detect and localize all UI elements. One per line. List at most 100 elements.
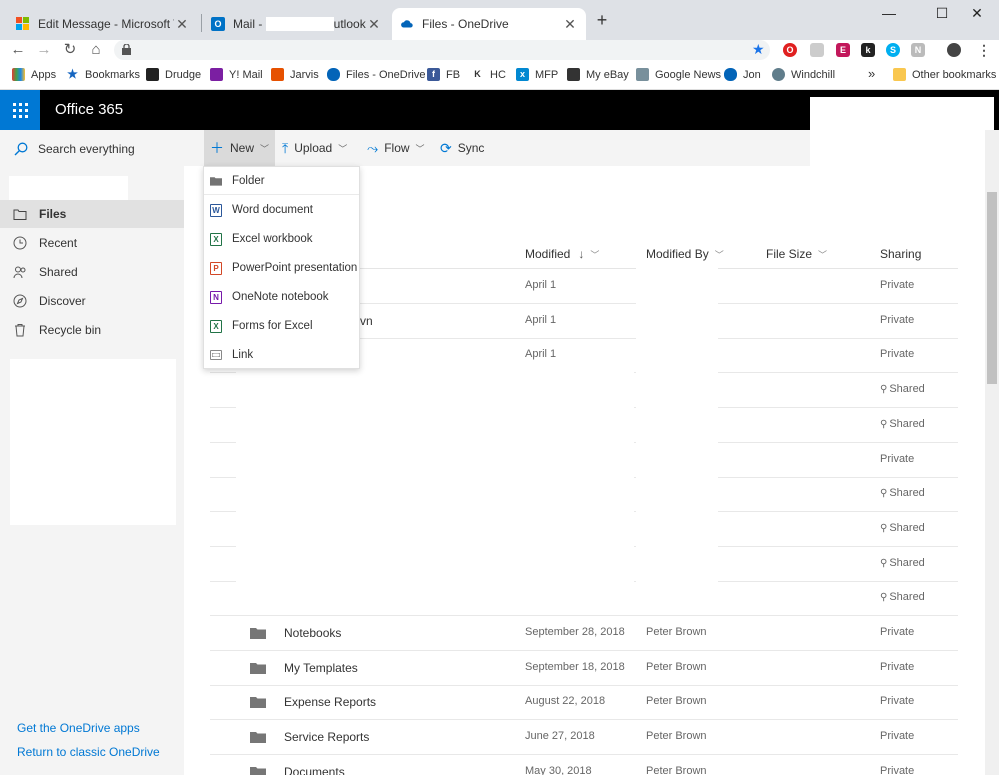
app-launcher-icon[interactable] <box>0 90 40 130</box>
close-tab-icon[interactable]: ✕ <box>174 16 190 33</box>
new-menu-item-excel-workbook[interactable]: X Excel workbook <box>204 225 359 253</box>
forms-icon: X <box>210 319 222 333</box>
flow-icon: ⤳ <box>367 139 379 156</box>
sharing-status: Private <box>880 348 915 361</box>
folder-row[interactable]: Service Reports June 27, 2018 Peter Brown P… <box>210 720 958 756</box>
file-name[interactable]: Notebooks <box>284 626 341 640</box>
new-button[interactable]: ＋ New ﹀ <box>204 130 275 166</box>
reload-button[interactable]: ↻ <box>59 40 81 62</box>
modified-date: April 1 <box>525 313 557 326</box>
search-box[interactable]: Search everything <box>14 142 135 156</box>
suite-title[interactable]: Office 365 <box>55 101 123 118</box>
new-menu-item-word-document[interactable]: W Word document <box>204 196 359 224</box>
new-menu-item-onenote-notebook[interactable]: N OneNote notebook <box>204 283 359 311</box>
bookmark-my-ebay[interactable]: My eBay <box>567 68 629 81</box>
file-name[interactable]: Service Reports <box>284 730 369 744</box>
close-tab-icon[interactable]: ✕ <box>366 16 382 33</box>
upload-button[interactable]: ⤒ Upload ﹀ <box>282 130 347 166</box>
tab-mail-outlook[interactable]: O Mail - utlook ✕ <box>203 8 390 40</box>
skype-icon[interactable]: S <box>886 43 900 57</box>
folder-row[interactable]: My Templates September 18, 2018 Peter Brow… <box>210 651 958 686</box>
folder-row[interactable]: Documents May 30, 2018 Peter Brown Private <box>210 755 958 775</box>
tab-divider <box>201 14 202 32</box>
bookmarks-bar: Apps ★ Bookmarks Drudge Y! Mail Jarvis Fi… <box>0 62 999 90</box>
bookmark-fb[interactable]: f FB <box>427 68 460 81</box>
tab-files-onedrive[interactable]: Files - OneDrive ✕ <box>392 8 586 40</box>
tab-title: Mail - <box>233 16 266 31</box>
column-header-file-size[interactable]: File Size ﹀ <box>766 247 827 261</box>
bookmark-jon[interactable]: Jon <box>724 68 761 81</box>
hc-icon: K <box>474 69 481 79</box>
bookmark-files-onedrive[interactable]: Files - OneDrive <box>327 68 425 81</box>
scrollbar-thumb[interactable] <box>987 192 997 384</box>
extension-icon[interactable] <box>810 43 824 57</box>
sort-descending-icon: ↓ <box>578 247 585 261</box>
bookmark-google-news[interactable]: Google News <box>636 68 721 81</box>
other-bookmarks[interactable]: Other bookmarks <box>893 68 996 81</box>
minimize-button[interactable]: — <box>867 0 911 28</box>
column-header-sharing[interactable]: Sharing <box>880 247 921 261</box>
modified-date: August 22, 2018 <box>525 695 606 708</box>
new-menu-item-link[interactable]: Link <box>204 341 359 369</box>
bookmark-drudge[interactable]: Drudge <box>146 68 201 81</box>
file-name[interactable]: Documents <box>284 765 345 775</box>
bookmark-ymail[interactable]: Y! Mail <box>210 68 263 81</box>
tab-edit-message[interactable]: Edit Message - Microsoft Tech Co ✕ <box>8 8 198 40</box>
yahoo-mail-icon <box>210 68 223 81</box>
column-header-modified[interactable]: Modified ↓ ﹀ <box>525 247 599 261</box>
facebook-icon: f <box>427 68 440 81</box>
onenote-icon: N <box>210 290 222 304</box>
bookmark-jarvis[interactable]: Jarvis <box>271 68 319 81</box>
forward-button[interactable]: → <box>33 40 55 62</box>
tab-title: Files - OneDrive <box>422 17 509 31</box>
column-header-modified-by[interactable]: Modified By ﹀ <box>646 247 724 261</box>
profile-avatar[interactable] <box>947 43 961 57</box>
bookmark-bookmarks[interactable]: ★ Bookmarks <box>66 68 140 81</box>
bookmark-windchill[interactable]: Windchill <box>772 68 835 81</box>
nav-item-shared[interactable]: Shared <box>0 258 184 286</box>
extension-icon[interactable]: k <box>861 43 875 57</box>
shared-people-icon: ⚲ <box>880 418 888 430</box>
redacted-block <box>10 359 176 525</box>
file-name[interactable]: My Templates <box>284 661 358 675</box>
folder-row[interactable]: Expense Reports August 22, 2018 Peter Brow… <box>210 685 958 721</box>
nav-item-recent[interactable]: Recent <box>0 229 184 257</box>
window-close-button[interactable]: ✕ <box>955 0 999 28</box>
vertical-scrollbar[interactable] <box>985 130 999 775</box>
new-menu-item-powerpoint-presentation[interactable]: P PowerPoint presentation <box>204 254 359 282</box>
new-menu-item-folder[interactable]: Folder <box>204 167 359 195</box>
sync-button[interactable]: ⟳ Sync <box>440 130 484 166</box>
extension-icon[interactable]: E <box>836 43 850 57</box>
modified-date: September 18, 2018 <box>525 660 625 673</box>
shared-people-icon: ⚲ <box>880 592 888 604</box>
folder-row[interactable]: Notebooks September 28, 2018 Peter Brown Pr… <box>210 616 958 651</box>
bookmark-apps[interactable]: Apps <box>12 68 56 81</box>
close-tab-icon[interactable]: ✕ <box>562 16 578 33</box>
nav-item-recycle-bin[interactable]: Recycle bin <box>0 316 184 344</box>
get-onedrive-apps-link[interactable]: Get the OneDrive apps <box>17 721 140 735</box>
nav-item-files[interactable]: Files <box>0 200 184 228</box>
return-classic-onedrive-link[interactable]: Return to classic OneDrive <box>17 745 160 759</box>
bookmark-hc[interactable]: K HC <box>471 68 506 81</box>
new-tab-button[interactable]: + <box>592 10 612 30</box>
extension-icon[interactable]: N <box>911 43 925 57</box>
flow-button[interactable]: ⤳ Flow ﹀ <box>367 130 425 166</box>
home-button[interactable]: ⌂ <box>85 40 107 62</box>
address-bar[interactable]: ★ <box>114 40 770 60</box>
folder-icon <box>250 662 266 674</box>
modified-date: May 30, 2018 <box>525 764 592 775</box>
new-menu-item-forms-for-excel[interactable]: X Forms for Excel <box>204 312 359 340</box>
bookmarks-overflow-button[interactable]: » <box>868 66 875 81</box>
chevron-down-icon: ﹀ <box>818 249 828 260</box>
bookmark-mfp[interactable]: x MFP <box>516 68 558 81</box>
browser-menu-icon[interactable]: ⋮ <box>977 43 991 57</box>
back-button[interactable]: ← <box>7 40 29 62</box>
opera-extension-icon[interactable]: O <box>783 43 797 57</box>
bookmark-star-icon[interactable]: ★ <box>752 41 765 58</box>
modified-date: June 27, 2018 <box>525 730 595 743</box>
file-name[interactable]: vn <box>360 314 373 328</box>
sharing-status: Private <box>880 730 915 743</box>
menu-divider <box>204 194 359 195</box>
file-name[interactable]: Expense Reports <box>284 695 376 709</box>
nav-item-discover[interactable]: Discover <box>0 287 184 315</box>
